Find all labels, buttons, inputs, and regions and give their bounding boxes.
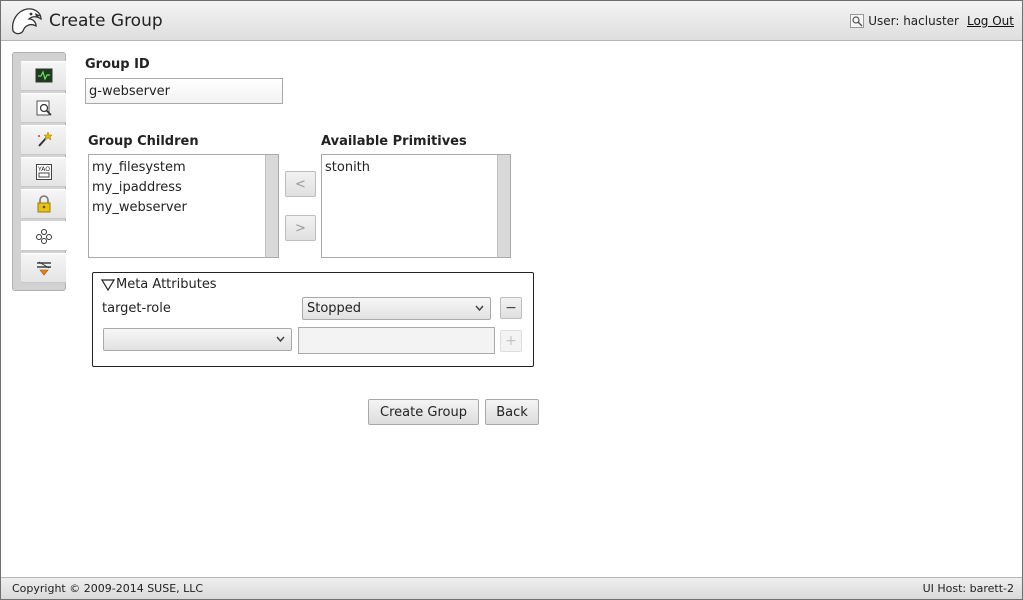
available-primitives-label: Available Primitives — [321, 134, 467, 149]
list-item[interactable]: stonith — [325, 160, 370, 175]
lock-icon — [37, 195, 50, 213]
meta-attributes-panel: Meta Attributes target-role Stopped − + — [92, 272, 534, 367]
move-right-button[interactable]: > — [285, 215, 316, 241]
page-title: Create Group — [49, 11, 163, 31]
app-header: Create Group User: hacluster Log Out — [1, 1, 1022, 41]
svg-text:YAO: YAO — [37, 166, 50, 173]
sidebar-item-access-control[interactable] — [21, 189, 66, 219]
scrollbar[interactable] — [497, 155, 510, 257]
list-item[interactable]: my_webserver — [92, 200, 187, 215]
list-item[interactable]: my_filesystem — [92, 160, 186, 175]
user-icon — [850, 14, 865, 28]
sidebar-nav: YAO — [12, 52, 67, 291]
logout-link[interactable]: Log Out — [967, 14, 1014, 28]
sidebar-item-history[interactable] — [21, 93, 66, 123]
group-id-input[interactable]: g-webserver — [85, 78, 283, 104]
monitor-icon — [35, 68, 52, 83]
user-area: User: hacluster Log Out — [850, 14, 1014, 28]
resources-icon — [36, 229, 52, 244]
ui-host-text: UI Host: barett-2 — [922, 582, 1014, 595]
sidebar-item-cluster-config[interactable]: YAO — [21, 157, 66, 187]
new-attribute-value-input[interactable] — [298, 327, 495, 354]
back-button[interactable]: Back — [485, 399, 539, 425]
meta-attributes-toggle[interactable]: Meta Attributes — [101, 277, 217, 292]
wand-icon — [37, 131, 53, 147]
config-icon: YAO — [35, 164, 52, 180]
available-primitives-list[interactable]: stonith — [321, 154, 511, 258]
group-id-label: Group ID — [85, 57, 150, 72]
new-attribute-select[interactable] — [103, 328, 292, 351]
group-children-list[interactable]: my_filesystem my_ipaddress my_webserver — [88, 154, 279, 258]
user-label: User: hacluster — [868, 14, 959, 28]
footer: Copyright © 2009-2014 SUSE, LLC UI Host:… — [1, 577, 1022, 599]
remove-attribute-button[interactable]: − — [500, 297, 522, 319]
move-left-button[interactable]: < — [285, 171, 316, 197]
eagle-logo-icon — [11, 8, 42, 35]
sidebar-item-wizard[interactable] — [21, 125, 66, 155]
target-role-select[interactable]: Stopped — [302, 297, 491, 320]
list-item[interactable]: my_ipaddress — [92, 180, 182, 195]
target-role-value: Stopped — [307, 301, 362, 316]
chevron-down-icon — [475, 305, 484, 312]
sidebar-item-resources[interactable] — [21, 221, 67, 251]
add-attribute-button[interactable]: + — [500, 330, 522, 352]
meta-attributes-title: Meta Attributes — [116, 277, 217, 292]
sidebar-item-constraints[interactable] — [21, 253, 66, 283]
chevron-down-icon — [276, 336, 285, 343]
triangle-down-icon — [101, 278, 115, 291]
meta-key-label: target-role — [102, 301, 171, 316]
group-children-label: Group Children — [88, 134, 199, 149]
history-icon — [36, 100, 52, 116]
copyright-text: Copyright © 2009-2014 SUSE, LLC — [12, 582, 204, 595]
create-group-button[interactable]: Create Group — [368, 399, 479, 425]
sidebar-item-status[interactable] — [21, 61, 66, 91]
scrollbar[interactable] — [265, 155, 278, 257]
constraints-icon — [36, 261, 51, 276]
